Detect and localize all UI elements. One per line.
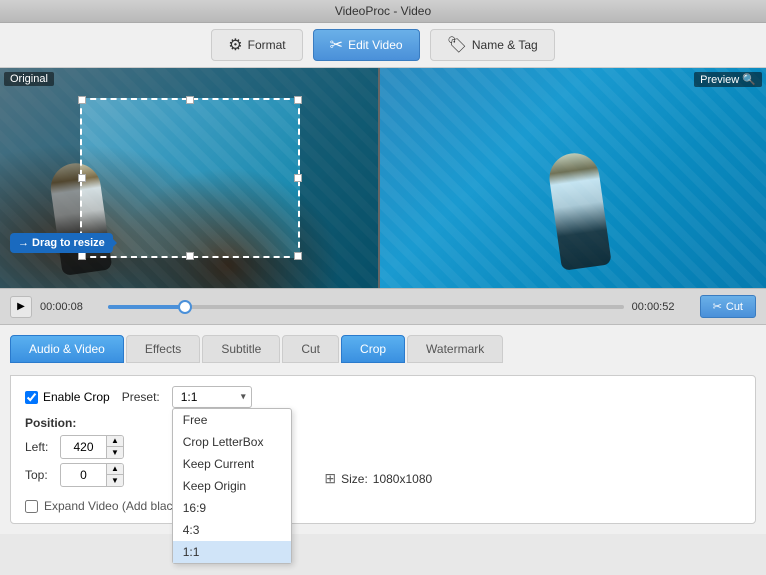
tab-audio-video[interactable]: Audio & Video bbox=[10, 335, 124, 363]
position-label: Position: bbox=[25, 416, 124, 430]
drag-to-resize-badge: → Drag to resize bbox=[10, 233, 113, 253]
enable-crop-label[interactable]: Enable Crop bbox=[25, 390, 110, 404]
preview-video-panel bbox=[380, 68, 766, 288]
top-label: Top: bbox=[25, 468, 55, 482]
left-spin-down[interactable]: ▼ bbox=[107, 447, 123, 458]
left-spin-up[interactable]: ▲ bbox=[107, 436, 123, 447]
preset-dropdown-menu: Free Crop LetterBox Keep Current Keep Or… bbox=[172, 408, 292, 564]
size-value: 1080x1080 bbox=[373, 472, 432, 486]
dropdown-item-keep-origin[interactable]: Keep Origin bbox=[173, 475, 291, 497]
position-section: Position: Left: ▲ ▼ Top: bbox=[25, 416, 741, 491]
left-field-row: Left: ▲ ▼ bbox=[25, 435, 124, 459]
name-tag-button[interactable]: 🏷 Name & Tag bbox=[430, 29, 555, 61]
name-tag-label: Name & Tag bbox=[472, 38, 538, 52]
top-input[interactable] bbox=[61, 466, 106, 484]
tab-watermark[interactable]: Watermark bbox=[407, 335, 503, 363]
scrubber-thumb[interactable] bbox=[178, 300, 192, 314]
dropdown-item-keep-current[interactable]: Keep Current bbox=[173, 453, 291, 475]
position-left-group: Position: Left: ▲ ▼ Top: bbox=[25, 416, 124, 491]
crop-handle-tm[interactable] bbox=[186, 96, 194, 104]
title-bar: VideoProc - Video bbox=[0, 0, 766, 23]
video-area: Original Preview 🔍 → Drag to resize bbox=[0, 68, 766, 288]
original-label: Original bbox=[4, 72, 54, 86]
scrubber-fill bbox=[108, 305, 185, 309]
bottom-panel: Audio & Video Effects Subtitle Cut Crop … bbox=[0, 325, 766, 534]
preview-label: Preview 🔍 bbox=[694, 72, 762, 87]
crop-handle-tl[interactable] bbox=[78, 96, 86, 104]
crop-row1: Enable Crop Preset: 1:1 ▾ Free Crop Lett… bbox=[25, 386, 741, 408]
preset-dropdown[interactable]: 1:1 ▾ bbox=[172, 386, 252, 408]
edit-video-icon: ✂ bbox=[330, 35, 343, 55]
left-spin-btns: ▲ ▼ bbox=[106, 436, 123, 458]
crop-handle-tr[interactable] bbox=[294, 96, 302, 104]
expand-video-checkbox[interactable] bbox=[25, 500, 38, 513]
name-tag-icon: 🏷 bbox=[447, 35, 467, 55]
crop-overlay[interactable] bbox=[80, 98, 300, 258]
preset-select-wrapper: 1:1 ▾ Free Crop LetterBox Keep Current K… bbox=[172, 386, 252, 408]
preset-label-text: Preset: bbox=[122, 390, 160, 404]
edit-video-label: Edit Video bbox=[348, 38, 403, 52]
edit-video-button[interactable]: ✂ Edit Video bbox=[313, 29, 420, 61]
dropdown-item-4-3[interactable]: 4:3 bbox=[173, 519, 291, 541]
original-video-panel: → Drag to resize bbox=[0, 68, 380, 288]
scrubber[interactable] bbox=[108, 300, 624, 314]
end-time: 00:00:52 bbox=[632, 301, 692, 313]
timeline: ▶ 00:00:08 00:00:52 ✂ Cut bbox=[0, 288, 766, 325]
preset-value: 1:1 bbox=[181, 390, 198, 404]
play-button[interactable]: ▶ bbox=[10, 296, 32, 318]
top-nav: ⚙ Format ✂ Edit Video 🏷 Name & Tag bbox=[0, 23, 766, 68]
size-display: ⊞ Size: 1080x1080 bbox=[324, 470, 432, 487]
tab-crop[interactable]: Crop bbox=[341, 335, 405, 363]
enable-crop-text: Enable Crop bbox=[43, 390, 110, 404]
size-icon: ⊞ bbox=[324, 470, 336, 487]
tab-effects[interactable]: Effects bbox=[126, 335, 200, 363]
expand-row: Expand Video (Add black pa the video) bbox=[25, 499, 741, 513]
top-input-wrap: ▲ ▼ bbox=[60, 463, 124, 487]
top-spin-btns: ▲ ▼ bbox=[106, 464, 123, 486]
start-time: 00:00:08 bbox=[40, 301, 100, 313]
crop-handle-rm[interactable] bbox=[294, 174, 302, 182]
tab-subtitle[interactable]: Subtitle bbox=[202, 335, 280, 363]
top-spin-down[interactable]: ▼ bbox=[107, 475, 123, 486]
crop-tab-content: Enable Crop Preset: 1:1 ▾ Free Crop Lett… bbox=[10, 375, 756, 524]
drag-to-resize-label: Drag to resize bbox=[32, 237, 105, 249]
drag-arrow-icon: → bbox=[18, 237, 29, 249]
tab-cut[interactable]: Cut bbox=[282, 335, 339, 363]
dropdown-item-16-9[interactable]: 16:9 bbox=[173, 497, 291, 519]
left-label: Left: bbox=[25, 440, 55, 454]
left-input[interactable] bbox=[61, 438, 106, 456]
crop-handle-bl[interactable] bbox=[78, 252, 86, 260]
format-button[interactable]: ⚙ Format bbox=[211, 29, 302, 61]
cut-label: Cut bbox=[726, 301, 743, 313]
size-label: Size: bbox=[341, 472, 368, 486]
scrubber-track bbox=[108, 305, 624, 309]
enable-crop-checkbox[interactable] bbox=[25, 391, 38, 404]
cut-button[interactable]: ✂ Cut bbox=[700, 295, 756, 318]
dropdown-item-crop-letterbox[interactable]: Crop LetterBox bbox=[173, 431, 291, 453]
chevron-down-icon: ▾ bbox=[241, 392, 246, 403]
crop-handle-bm[interactable] bbox=[186, 252, 194, 260]
app-title: VideoProc - Video bbox=[335, 4, 431, 18]
dropdown-item-1-1[interactable]: 1:1 bbox=[173, 541, 291, 563]
top-field-row: Top: ▲ ▼ bbox=[25, 463, 124, 487]
left-input-wrap: ▲ ▼ bbox=[60, 435, 124, 459]
crop-handle-lm[interactable] bbox=[78, 174, 86, 182]
crop-handle-br[interactable] bbox=[294, 252, 302, 260]
scissors-icon: ✂ bbox=[713, 300, 722, 313]
top-spin-up[interactable]: ▲ bbox=[107, 464, 123, 475]
dropdown-item-free[interactable]: Free bbox=[173, 409, 291, 431]
format-icon: ⚙ bbox=[228, 35, 242, 55]
format-label: Format bbox=[248, 38, 286, 52]
tab-bar: Audio & Video Effects Subtitle Cut Crop … bbox=[10, 335, 756, 363]
